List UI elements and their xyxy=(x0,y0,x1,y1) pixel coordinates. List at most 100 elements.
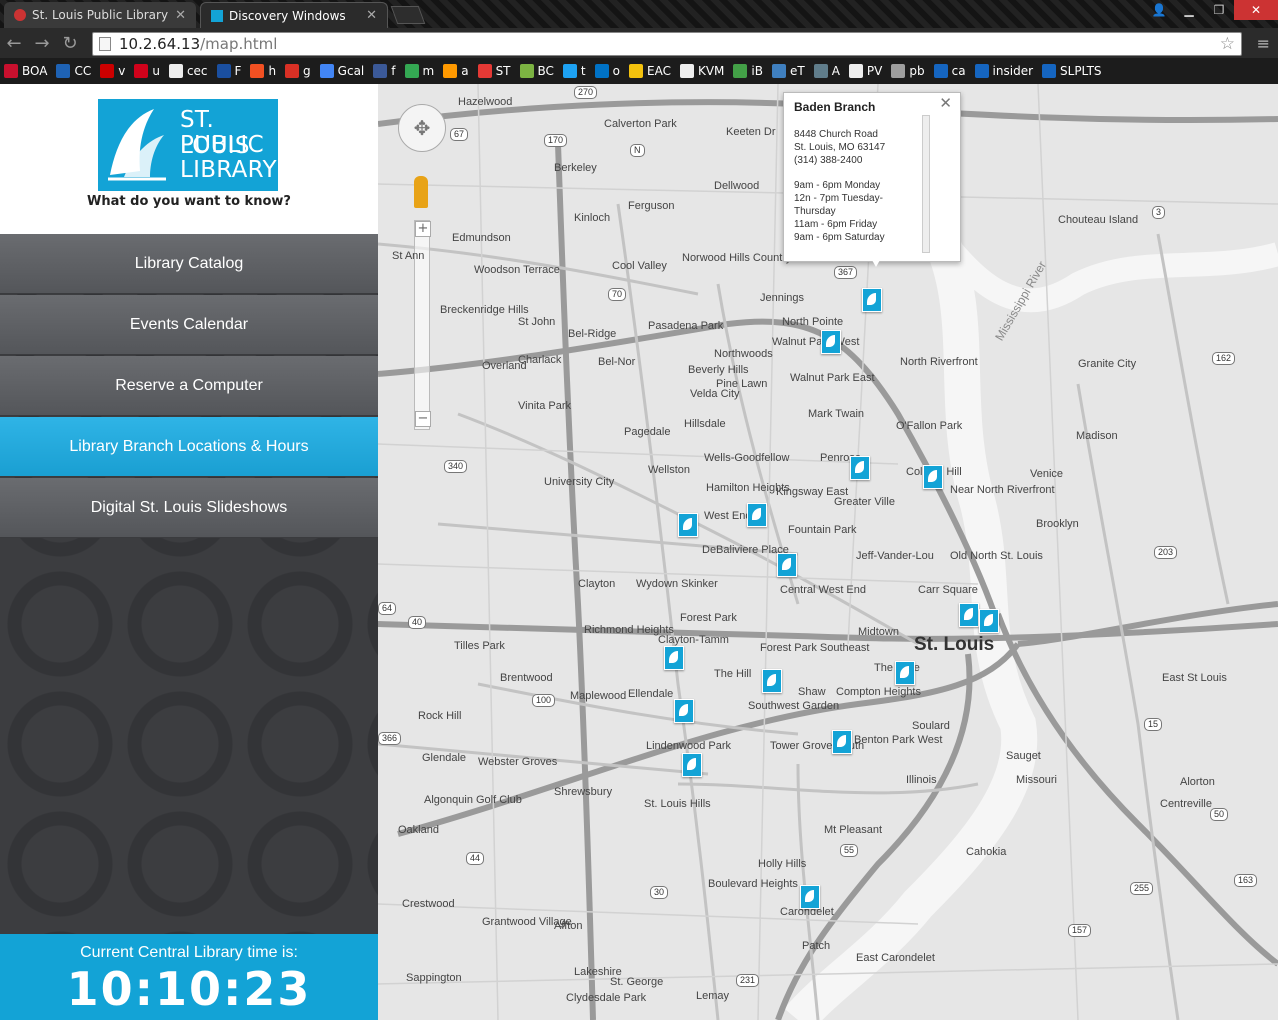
branch-marker-baden[interactable] xyxy=(862,288,882,312)
branch-marker[interactable] xyxy=(664,646,684,670)
bookmark-item[interactable]: BC xyxy=(519,64,554,78)
bookmark-item[interactable]: BOA xyxy=(4,64,47,78)
bookmark-item[interactable]: pb xyxy=(891,64,925,78)
bookmark-item[interactable]: SLPLTS xyxy=(1042,64,1102,78)
tab-discovery-windows[interactable]: Discovery Windows ✕ xyxy=(200,2,388,28)
branch-marker[interactable] xyxy=(800,885,820,909)
bookmark-item[interactable]: f xyxy=(373,64,396,78)
map-place-label: Carr Square xyxy=(918,584,978,596)
bookmark-favicon-icon xyxy=(594,64,609,78)
bookmark-favicon-icon xyxy=(4,64,18,78)
library-favicon-icon xyxy=(211,9,223,22)
user-icon[interactable]: 👤 xyxy=(1144,0,1174,20)
new-tab-button[interactable] xyxy=(390,6,426,24)
branch-marker[interactable] xyxy=(678,513,698,537)
zoom-out-button[interactable]: − xyxy=(415,411,431,427)
bookmark-item[interactable]: h xyxy=(250,64,276,78)
tab-strip: St. Louis Public Library ✕ Discovery Win… xyxy=(0,0,1278,28)
branch-marker[interactable] xyxy=(682,753,702,777)
map-canvas[interactable]: ✥ + − Hazelwood Calverton Park Keeten Dr Be… xyxy=(378,84,1278,1020)
bookmark-favicon-icon xyxy=(404,64,419,78)
bookmark-star-icon[interactable]: ☆ xyxy=(1220,34,1235,54)
branch-marker[interactable] xyxy=(674,699,694,723)
highway-shield: 366 xyxy=(378,732,402,745)
restore-icon[interactable]: ❐ xyxy=(1204,0,1234,20)
bookmark-item[interactable]: KVM xyxy=(679,64,724,78)
bookmark-item[interactable]: Gcal xyxy=(319,64,365,78)
bookmark-favicon-icon xyxy=(285,64,300,78)
branch-marker[interactable] xyxy=(777,553,797,577)
bookmark-item[interactable]: PV xyxy=(848,64,883,78)
branch-marker[interactable] xyxy=(895,661,915,685)
map-place-label: Alorton xyxy=(1180,776,1215,788)
bookmark-label: PV xyxy=(866,64,883,78)
minimize-icon[interactable]: ▁ xyxy=(1174,0,1204,20)
bookmark-item[interactable]: v xyxy=(100,64,125,78)
bookmark-item[interactable]: CC xyxy=(56,64,91,78)
bookmark-item[interactable]: A xyxy=(813,64,840,78)
bookmark-favicon-icon xyxy=(56,64,71,78)
bookmark-label: pb xyxy=(909,64,925,78)
pan-control[interactable]: ✥ xyxy=(398,104,446,152)
branch-marker[interactable] xyxy=(821,330,841,354)
bookmark-item[interactable]: t xyxy=(562,64,586,78)
close-window-icon[interactable]: ✕ xyxy=(1234,0,1278,20)
bookmark-item[interactable]: a xyxy=(443,64,469,78)
branch-marker[interactable] xyxy=(762,669,782,693)
nav-digital-slideshows[interactable]: Digital St. Louis Slideshows xyxy=(0,478,378,538)
map-place-label: Calverton Park xyxy=(604,118,677,130)
bookmark-item[interactable]: u xyxy=(134,64,160,78)
menu-icon[interactable]: ≡ xyxy=(1257,34,1270,53)
info-scrollbar[interactable] xyxy=(922,115,930,253)
branch-marker-central[interactable] xyxy=(959,603,979,627)
bookmark-item[interactable]: ca xyxy=(933,64,966,78)
nav-library-catalog[interactable]: Library Catalog xyxy=(0,234,378,294)
forward-arrow-icon[interactable]: → xyxy=(28,33,56,54)
bookmark-item[interactable]: insider xyxy=(974,64,1033,78)
bookmark-item[interactable]: cec xyxy=(168,64,208,78)
branch-marker[interactable] xyxy=(923,465,943,489)
branch-marker[interactable] xyxy=(747,503,767,527)
bookmark-label: Gcal xyxy=(337,64,365,78)
bookmark-item[interactable]: o xyxy=(594,64,620,78)
branch-marker[interactable] xyxy=(850,456,870,480)
bookmark-favicon-icon xyxy=(1042,64,1057,78)
close-icon[interactable]: ✕ xyxy=(939,96,952,111)
address-bar[interactable]: 10.2.64.13/map.html ☆ xyxy=(92,32,1242,56)
zoom-in-button[interactable]: + xyxy=(415,221,431,237)
map-place-label: Greater Ville xyxy=(834,496,895,508)
map-place-label: Near North Riverfront xyxy=(950,484,1055,496)
map-place-label: Wellston xyxy=(648,464,690,476)
bookmark-label: a xyxy=(461,64,469,78)
nav-branch-locations[interactable]: Library Branch Locations & Hours xyxy=(0,417,378,477)
bookmark-item[interactable]: eT xyxy=(771,64,805,78)
map-place-label: Breckenridge Hills xyxy=(440,304,529,316)
nav-events-calendar[interactable]: Events Calendar xyxy=(0,295,378,355)
bookmark-item[interactable]: iB xyxy=(733,64,763,78)
map-place-label: University City xyxy=(544,476,615,488)
highway-shield: 50 xyxy=(1210,808,1229,821)
bookmark-favicon-icon xyxy=(562,64,577,78)
map-place-label: St Ann xyxy=(392,250,425,262)
bookmark-item[interactable]: ST xyxy=(477,64,511,78)
bookmark-item[interactable]: F xyxy=(216,64,241,78)
bookmark-item[interactable]: g xyxy=(285,64,311,78)
back-arrow-icon[interactable]: ← xyxy=(0,33,28,54)
bookmarks-bar: BOA CC v u cec Fh g Gcal f m a ST BC t o EAC KVM iB eT A PV p… xyxy=(0,58,1278,84)
map-place-label: Brooklyn xyxy=(1036,518,1079,530)
nav-reserve-computer[interactable]: Reserve a Computer xyxy=(0,356,378,416)
branch-marker[interactable] xyxy=(979,609,999,633)
library-logo[interactable]: ST. LOUIS PUBLIC LIBRARY xyxy=(98,99,278,191)
bookmark-label: m xyxy=(422,64,435,78)
logo-text-line3: LIBRARY xyxy=(180,157,277,183)
reload-icon[interactable]: ↻ xyxy=(56,33,84,54)
highway-shield: 270 xyxy=(574,86,598,99)
branch-marker[interactable] xyxy=(832,730,852,754)
close-tab-icon[interactable]: ✕ xyxy=(366,8,377,23)
map-place-label: Centreville xyxy=(1160,798,1212,810)
bookmark-item[interactable]: EAC xyxy=(628,64,671,78)
bookmark-item[interactable]: m xyxy=(404,64,435,78)
close-tab-icon[interactable]: ✕ xyxy=(175,8,186,23)
street-view-pegman-icon[interactable] xyxy=(414,176,428,208)
tab-stlouis-library[interactable]: St. Louis Public Library ✕ xyxy=(4,2,196,28)
